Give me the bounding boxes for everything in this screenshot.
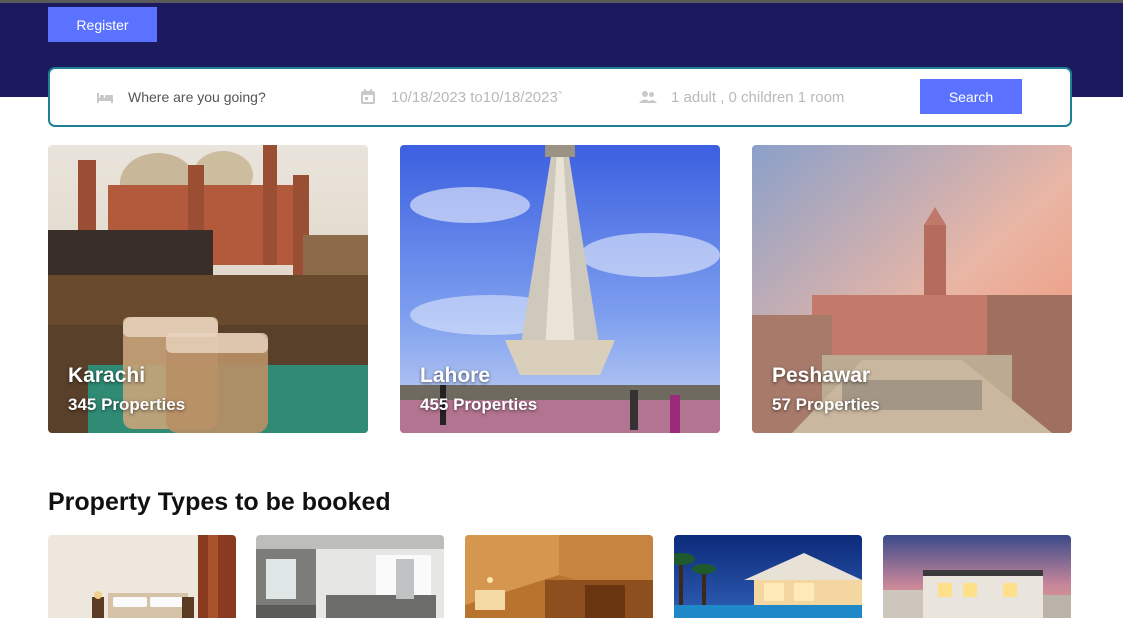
hotel-room-image bbox=[48, 535, 236, 618]
search-button[interactable]: Search bbox=[920, 79, 1022, 114]
calendar-icon bbox=[359, 88, 377, 106]
search-bar: Where are you going? 10/18/2023 to10/18/… bbox=[48, 67, 1072, 127]
city-name: Lahore bbox=[420, 364, 491, 387]
property-type-card-hotel[interactable] bbox=[48, 535, 236, 618]
karachi-image bbox=[48, 145, 368, 433]
register-button[interactable]: Register bbox=[48, 7, 157, 42]
property-type-card-apartment[interactable] bbox=[256, 535, 444, 618]
date-field[interactable]: 10/18/2023 to10/18/2023` bbox=[359, 69, 563, 125]
lahore-image bbox=[400, 145, 720, 433]
destination-input[interactable]: Where are you going? bbox=[128, 89, 266, 105]
destination-field[interactable]: Where are you going? bbox=[96, 69, 266, 125]
guests-value[interactable]: 1 adult , 0 children 1 room bbox=[671, 89, 844, 106]
city-card-karachi[interactable]: Karachi 345 Properties bbox=[48, 145, 368, 433]
property-type-card-resort[interactable] bbox=[883, 535, 1071, 618]
villa-image bbox=[674, 535, 862, 618]
peshawar-image bbox=[752, 145, 1072, 433]
property-type-card-cabin[interactable] bbox=[465, 535, 653, 618]
property-type-card-villa[interactable] bbox=[674, 535, 862, 618]
city-name: Karachi bbox=[68, 364, 146, 387]
city-property-count: 455 Properties bbox=[420, 395, 538, 414]
people-icon bbox=[639, 88, 657, 106]
city-property-count: 345 Properties bbox=[68, 395, 186, 414]
section-title: Property Types to be booked bbox=[48, 488, 391, 516]
bed-icon bbox=[96, 88, 114, 106]
guests-field[interactable]: 1 adult , 0 children 1 room bbox=[639, 69, 844, 125]
resort-image bbox=[883, 535, 1071, 618]
cabin-image bbox=[465, 535, 653, 618]
city-property-count: 57 Properties bbox=[772, 395, 880, 414]
apartment-image bbox=[256, 535, 444, 618]
city-name: Peshawar bbox=[772, 364, 871, 387]
city-card-lahore[interactable]: Lahore 455 Properties bbox=[400, 145, 720, 433]
date-range-value[interactable]: 10/18/2023 to10/18/2023` bbox=[391, 89, 563, 106]
city-card-peshawar[interactable]: Peshawar 57 Properties bbox=[752, 145, 1072, 433]
